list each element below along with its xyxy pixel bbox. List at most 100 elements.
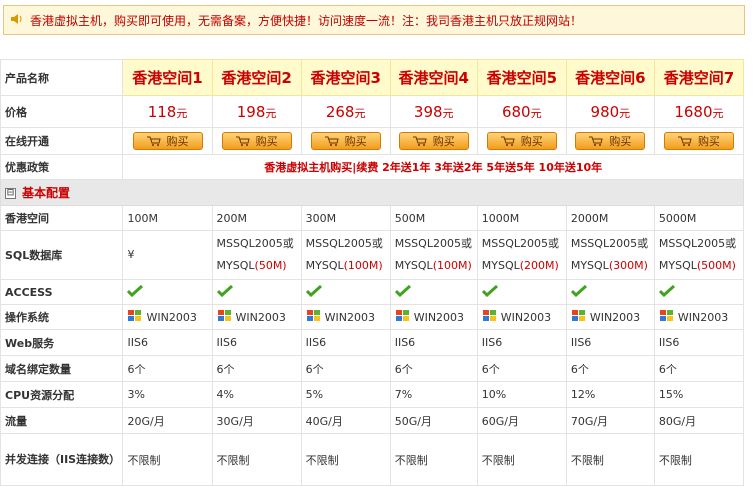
row-label-sql: SQL数据库: [0, 230, 124, 280]
mysql-size: (200M): [519, 259, 559, 272]
os-value: WIN2003: [217, 309, 286, 326]
access-cell: [389, 279, 478, 305]
check-icon: [658, 284, 675, 300]
row-label-domains: 域名绑定数量: [0, 355, 124, 382]
buy-button[interactable]: 购买: [663, 132, 734, 150]
sql-cell: MSSQL2005或 MYSQL(500M): [653, 230, 745, 280]
mysql-line: MYSQL(300M): [571, 255, 650, 277]
row-space: 香港空间 100M 200M 300M 500M 1000M 2000M 5000M: [0, 205, 745, 231]
sql-line: MSSQL2005或: [394, 237, 472, 250]
buy-button[interactable]: 购买: [575, 132, 646, 150]
mysql-prefix: MYSQL: [216, 259, 255, 272]
os-cell: WIN2003: [565, 304, 655, 330]
row-label-traffic: 流量: [0, 407, 124, 434]
price-unit: 元: [442, 106, 454, 120]
notice-bar: 香港虚拟主机，购买即可使用，无需备案，方便快捷！访问速度一流！注：我司香港主机只…: [3, 5, 745, 35]
check-icon: [216, 284, 233, 300]
cpu-cell: 7%: [389, 381, 478, 408]
speaker-icon: [10, 13, 24, 28]
sql-cell: MSSQL2005或 MYSQL(100M): [300, 230, 391, 280]
buy-label: 购买: [520, 135, 543, 148]
domains-cell: 6个: [565, 355, 655, 382]
check-icon: [305, 284, 322, 300]
cart-icon: [677, 136, 692, 146]
sql-line: MSSQL2005或: [216, 237, 294, 250]
product-name: 香港空间6: [565, 59, 655, 96]
os-cell: WIN2003: [476, 304, 567, 330]
cpu-cell: 15%: [653, 381, 745, 408]
os-cell: WIN2003: [653, 304, 745, 330]
mysql-prefix: MYSQL: [570, 259, 609, 272]
web-cell: IIS6: [211, 329, 302, 356]
traffic-cell: 80G/月: [653, 407, 745, 434]
os-value: WIN2003: [659, 309, 728, 326]
windows-icon: [127, 309, 146, 326]
web-cell: IIS6: [122, 329, 213, 356]
section-header[interactable]: ⊟ 基本配置: [0, 179, 744, 206]
row-price: 价格 118元 198元 268元 398元 680元 980元 1680元: [0, 95, 745, 128]
buy-button[interactable]: 购买: [132, 132, 203, 150]
buy-button[interactable]: 购买: [310, 132, 381, 150]
cpu-cell: 3%: [122, 381, 213, 408]
buy-cell: 购买: [653, 127, 745, 155]
collapse-icon[interactable]: ⊟: [5, 188, 16, 199]
section-basic: ⊟ 基本配置: [0, 179, 744, 206]
access-cell: [565, 279, 655, 305]
os-label: WIN2003: [500, 310, 552, 324]
os-label: WIN2003: [146, 310, 197, 324]
os-label: WIN2003: [413, 310, 465, 324]
row-access: ACCESS: [0, 279, 745, 305]
windows-icon: [482, 309, 501, 326]
row-conn: 并发连接（IIS连接数） 不限制 不限制 不限制 不限制 不限制 不限制 不限制: [0, 433, 745, 486]
windows-icon: [306, 309, 325, 326]
price-unit: 元: [354, 106, 366, 120]
mysql-prefix: MYSQL: [394, 259, 433, 272]
conn-cell: 不限制: [122, 433, 213, 486]
price-cell: 680元: [476, 95, 567, 128]
buy-button[interactable]: 购买: [221, 132, 292, 150]
os-label: WIN2003: [589, 310, 641, 324]
cart-icon: [412, 136, 427, 146]
row-label-space: 香港空间: [0, 205, 124, 231]
buy-label: 购买: [255, 135, 278, 148]
row-label-promo: 优惠政策: [0, 154, 124, 180]
sql-cell: MSSQL2005或 MYSQL(50M): [211, 230, 302, 280]
domains-cell: 6个: [476, 355, 567, 382]
price-value: 980: [590, 102, 620, 121]
traffic-cell: 50G/月: [389, 407, 478, 434]
check-icon: [394, 284, 411, 300]
row-buy: 在线开通 购买 购买 购买 购买 购买 购买 购买: [0, 127, 745, 155]
row-label-os: 操作系统: [0, 304, 124, 330]
domains-cell: 6个: [653, 355, 745, 382]
traffic-cell: 40G/月: [300, 407, 391, 434]
buy-button[interactable]: 购买: [398, 132, 469, 150]
access-cell: [653, 279, 745, 305]
mysql-prefix: MYSQL: [481, 259, 520, 272]
row-promo: 优惠政策 香港虚拟主机购买|续费 2年送1年 3年送2年 5年送5年 10年送10…: [0, 154, 744, 180]
buy-cell: 购买: [300, 127, 391, 155]
product-name: 香港空间2: [211, 59, 302, 96]
cpu-cell: 5%: [300, 381, 391, 408]
web-cell: IIS6: [389, 329, 478, 356]
row-label-access: ACCESS: [0, 279, 124, 305]
price-value: 118: [147, 102, 177, 121]
price-unit: 元: [530, 106, 542, 120]
price-unit: 元: [176, 106, 188, 120]
buy-cell: 购买: [565, 127, 655, 155]
conn-cell: 不限制: [565, 433, 655, 486]
access-cell: [300, 279, 391, 305]
product-name: 香港空间4: [389, 59, 478, 96]
notice-text: 香港虚拟主机，购买即可使用，无需备案，方便快捷！访问速度一流！注：我司香港主机只…: [30, 13, 583, 28]
price-unit: 元: [712, 106, 724, 120]
sql-cell: MSSQL2005或 MYSQL(300M): [565, 230, 655, 280]
buy-button[interactable]: 购买: [486, 132, 557, 150]
price-value: 1680: [674, 102, 713, 121]
row-label-cpu: CPU资源分配: [0, 381, 124, 408]
windows-icon: [571, 309, 590, 326]
mysql-size: (100M): [343, 259, 383, 272]
conn-cell: 不限制: [211, 433, 302, 486]
price-value: 198: [236, 102, 266, 121]
space-cell: 100M: [122, 205, 213, 231]
mysql-prefix: MYSQL: [305, 259, 344, 272]
buy-label: 购买: [697, 135, 720, 148]
